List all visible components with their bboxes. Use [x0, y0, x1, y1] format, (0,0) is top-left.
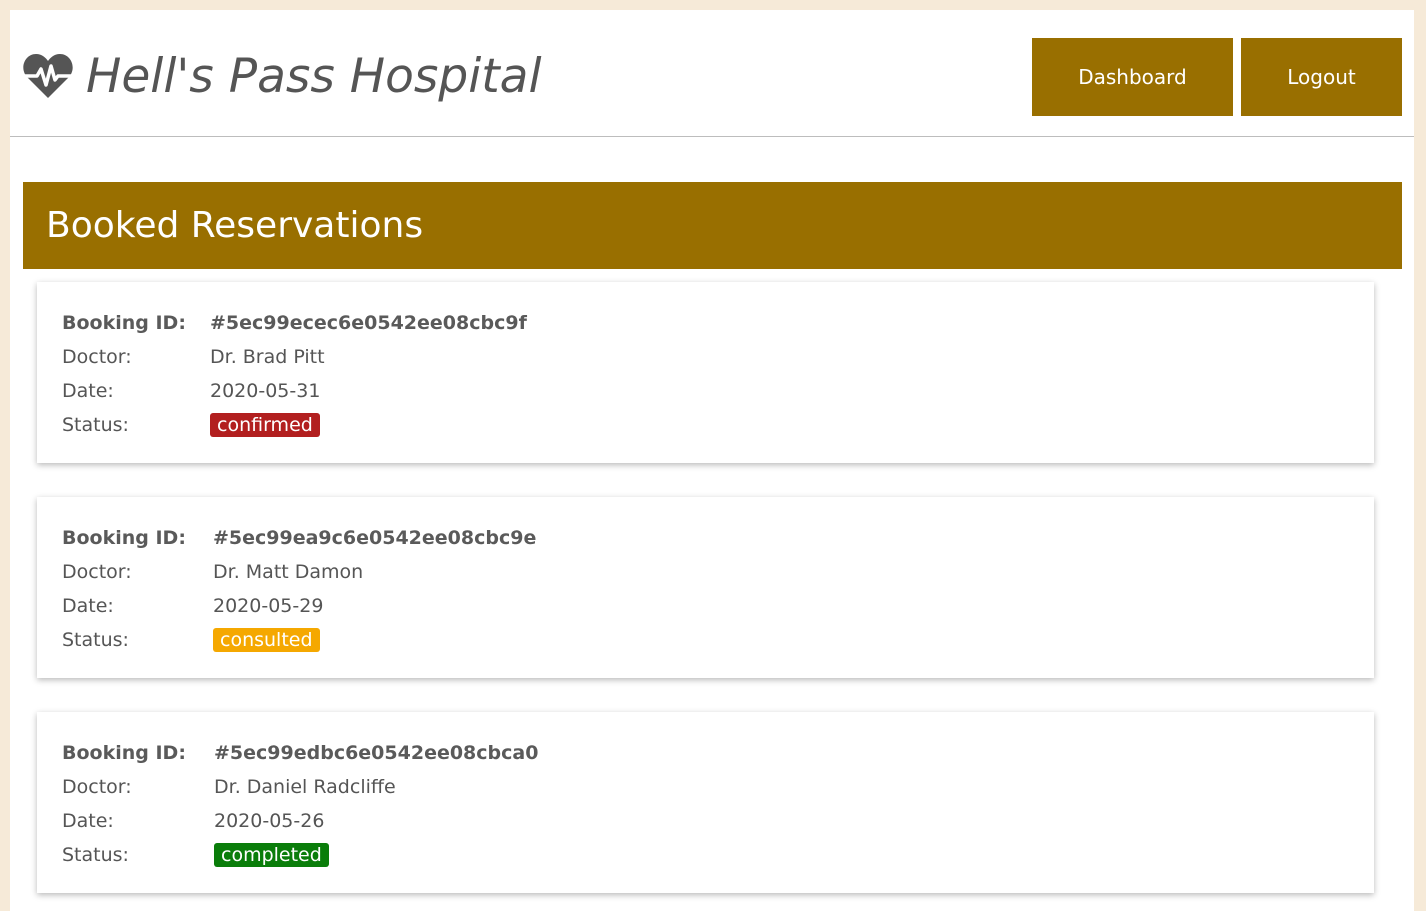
doctor-value: Dr. Daniel Radcliffe: [214, 776, 396, 798]
doctor-label: Doctor:: [62, 776, 132, 798]
date-row: Date: 2020-05-31: [62, 376, 320, 406]
app-title: Hell's Pass Hospital: [86, 48, 542, 104]
status-badge: completed: [214, 843, 329, 867]
status-badge: consulted: [213, 628, 320, 652]
date-label: Date:: [62, 595, 114, 617]
booking-id-value: #5ec99ea9c6e0542ee08cbc9e: [213, 527, 537, 549]
booking-id-row: Booking ID: #5ec99ecec6e0542ee08cbc9f: [62, 308, 527, 338]
brand[interactable]: Hell's Pass Hospital: [22, 46, 542, 106]
page-title: Booked Reservations: [46, 205, 424, 246]
date-label: Date:: [62, 380, 114, 402]
navbar: Hell's Pass Hospital Dashboard Logout: [10, 10, 1414, 137]
status-label: Status:: [62, 414, 129, 436]
date-value: 2020-05-29: [213, 595, 324, 617]
date-row: Date: 2020-05-29: [62, 591, 323, 621]
status-row: Status: completed: [62, 840, 329, 870]
booking-id-value: #5ec99ecec6e0542ee08cbc9f: [210, 312, 527, 334]
date-value: 2020-05-26: [214, 810, 325, 832]
booking-id-row: Booking ID: #5ec99edbc6e0542ee08cbca0: [62, 738, 538, 768]
date-row: Date: 2020-05-26: [62, 806, 324, 836]
page: Hell's Pass Hospital Dashboard Logout Bo…: [10, 10, 1414, 911]
booking-id-label: Booking ID:: [62, 527, 186, 549]
doctor-label: Doctor:: [62, 561, 132, 583]
date-value: 2020-05-31: [210, 380, 321, 402]
doctor-row: Doctor: Dr. Daniel Radcliffe: [62, 772, 396, 802]
booking-id-label: Booking ID:: [62, 742, 186, 764]
booking-id-label: Booking ID:: [62, 312, 186, 334]
doctor-value: Dr. Brad Pitt: [210, 346, 325, 368]
doctor-row: Doctor: Dr. Matt Damon: [62, 557, 363, 587]
doctor-value: Dr. Matt Damon: [213, 561, 364, 583]
status-label: Status:: [62, 844, 129, 866]
booking-id-row: Booking ID: #5ec99ea9c6e0542ee08cbc9e: [62, 523, 536, 553]
status-badge: confirmed: [210, 413, 320, 437]
status-row: Status: confirmed: [62, 410, 320, 440]
booking-id-value: #5ec99edbc6e0542ee08cbca0: [214, 742, 539, 764]
reservation-card: Booking ID: #5ec99edbc6e0542ee08cbca0 Do…: [37, 712, 1374, 893]
status-row: Status: consulted: [62, 625, 320, 655]
status-label: Status:: [62, 629, 129, 651]
doctor-row: Doctor: Dr. Brad Pitt: [62, 342, 325, 372]
logout-button[interactable]: Logout: [1241, 38, 1402, 116]
section-header: Booked Reservations: [23, 182, 1402, 269]
reservation-card: Booking ID: #5ec99ea9c6e0542ee08cbc9e Do…: [37, 497, 1374, 678]
doctor-label: Doctor:: [62, 346, 132, 368]
dashboard-button[interactable]: Dashboard: [1032, 38, 1233, 116]
date-label: Date:: [62, 810, 114, 832]
reservation-card: Booking ID: #5ec99ecec6e0542ee08cbc9f Do…: [37, 282, 1374, 463]
heartbeat-icon: [22, 52, 74, 100]
